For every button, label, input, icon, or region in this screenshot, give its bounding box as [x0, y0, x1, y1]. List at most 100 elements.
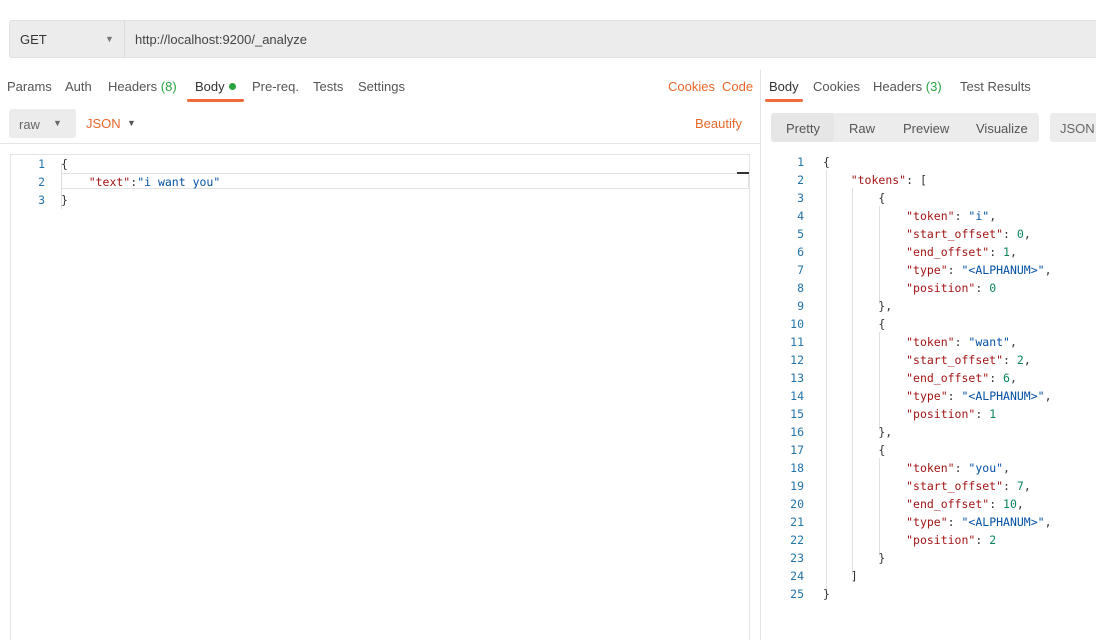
code-token: : — [954, 335, 969, 349]
code-line: "start_offset": 2, — [823, 353, 1031, 367]
code-line: "token": "you", — [823, 461, 1010, 475]
body-mode-select[interactable]: raw ▼ — [9, 109, 76, 138]
line-number: 22 — [790, 533, 804, 547]
code-token: : — [975, 407, 990, 421]
code-line: "type": "<ALPHANUM>", — [823, 389, 1051, 403]
tab-auth[interactable]: Auth — [65, 79, 92, 94]
code-token: { — [823, 191, 886, 205]
raw-button[interactable]: Raw — [849, 121, 875, 136]
code-token: 0 — [1016, 227, 1024, 241]
tab-params[interactable]: Params — [7, 79, 52, 94]
code-line: { — [823, 443, 885, 457]
code-token: , — [1044, 515, 1052, 529]
code-line: }, — [823, 299, 892, 313]
line-number: 8 — [797, 281, 804, 295]
request-body-editor[interactable]: 1 2 3 { "text":"i want you"} — [10, 154, 750, 640]
line-number: 25 — [790, 587, 804, 601]
line-number: 2 — [38, 175, 45, 189]
code-token: "start_offset" — [906, 353, 1004, 367]
cookies-link[interactable]: Cookies — [668, 79, 715, 94]
code-token: "position" — [906, 281, 976, 295]
method-select[interactable]: GET ▼ — [10, 21, 125, 57]
code-token: "start_offset" — [906, 227, 1004, 241]
tab-settings[interactable]: Settings — [358, 79, 405, 94]
response-tab-body[interactable]: Body — [769, 79, 799, 94]
pretty-button[interactable]: Pretty — [786, 121, 820, 136]
code-line: "start_offset": 0, — [823, 227, 1031, 241]
code-line: "position": 1 — [823, 407, 996, 421]
code-token: , — [1023, 479, 1031, 493]
code-token: "position" — [906, 533, 976, 547]
response-tab-test-results[interactable]: Test Results — [960, 79, 1031, 94]
code-line: } — [823, 551, 885, 565]
response-format-select[interactable]: JSON — [1050, 113, 1096, 142]
line-number: 2 — [797, 173, 804, 187]
code-token: "position" — [906, 407, 976, 421]
code-token: "token" — [906, 209, 955, 223]
editor-scroll-marker[interactable] — [737, 172, 749, 174]
code-token: : — [954, 461, 969, 475]
line-number: 21 — [790, 515, 804, 529]
body-mode-label: raw — [19, 117, 40, 132]
code-token: , — [1023, 227, 1031, 241]
url-input[interactable]: http://localhost:9200/_analyze — [135, 32, 307, 47]
visualize-button[interactable]: Visualize — [976, 121, 1028, 136]
code-line: { — [823, 155, 830, 169]
code-token: "you" — [968, 461, 1004, 475]
tab-headers-count: (8) — [160, 79, 177, 94]
response-tab-headers[interactable]: Headers (3) — [873, 79, 942, 94]
code-token: "end_offset" — [906, 245, 990, 259]
line-number: 11 — [790, 335, 804, 349]
beautify-button[interactable]: Beautify — [695, 116, 742, 131]
code-token: "i want you" — [137, 175, 221, 189]
code-token: 2 — [989, 533, 997, 547]
code-line: } — [61, 193, 68, 207]
code-token: 2 — [1016, 353, 1024, 367]
code-token: "type" — [906, 515, 948, 529]
response-tab-headers-label: Headers — [873, 79, 923, 94]
response-format-label: JSON — [1060, 121, 1095, 136]
code-token: 0 — [989, 281, 997, 295]
response-tab-cookies[interactable]: Cookies — [813, 79, 860, 94]
line-number: 5 — [797, 227, 804, 241]
pane-divider[interactable] — [760, 70, 761, 640]
language-select[interactable]: JSON — [86, 116, 121, 131]
tab-headers[interactable]: Headers (8) — [108, 79, 177, 94]
editor-gutter: 1 2 3 — [11, 155, 53, 640]
code-token: "<ALPHANUM>" — [961, 389, 1045, 403]
code-link[interactable]: Code — [722, 79, 753, 94]
green-dot-icon — [228, 83, 236, 90]
active-tab-indicator — [187, 99, 244, 102]
line-number: 3 — [38, 193, 45, 207]
code-token: 1 — [989, 407, 997, 421]
code-token: : — [947, 263, 962, 277]
tab-body[interactable]: Body — [195, 79, 236, 94]
line-number: 14 — [790, 389, 804, 403]
line-number: 19 — [790, 479, 804, 493]
tab-tests[interactable]: Tests — [313, 79, 343, 94]
code-token: 6 — [1003, 371, 1010, 385]
line-number: 18 — [790, 461, 804, 475]
line-number: 24 — [790, 569, 804, 583]
tab-prereq[interactable]: Pre-req. — [252, 79, 299, 94]
code-token: , — [989, 209, 997, 223]
code-token: : — [1003, 479, 1017, 493]
code-token: "text" — [61, 175, 131, 189]
preview-button[interactable]: Preview — [903, 121, 949, 136]
code-line: "end_offset": 10, — [823, 497, 1024, 511]
code-token: { — [823, 317, 886, 331]
code-token: "end_offset" — [906, 497, 990, 511]
code-token: } — [823, 551, 886, 565]
code-token: "i" — [968, 209, 990, 223]
chevron-down-icon: ▼ — [105, 34, 114, 44]
